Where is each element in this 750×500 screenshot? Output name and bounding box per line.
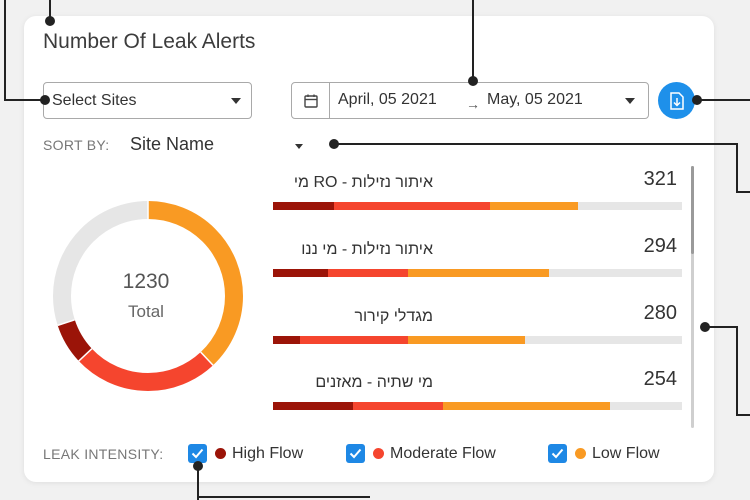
site-row[interactable]: איתור נזילות - RO מי 321 (273, 168, 682, 234)
bar-segment-moderate (299, 336, 408, 344)
bar-segment-low (407, 269, 550, 277)
site-bar (273, 336, 682, 344)
legend-low-label: Low Flow (592, 444, 660, 462)
callout-line (4, 0, 6, 101)
callout-line (736, 143, 738, 193)
donut-total-value: 1230 (122, 270, 170, 293)
low-flow-dot (575, 448, 586, 459)
check-icon (349, 448, 362, 459)
leak-intensity-label: LEAK INTENSITY: (43, 446, 164, 462)
site-count: 280 (643, 302, 677, 324)
select-sites-label: Select Sites (52, 91, 137, 109)
site-name: מגדלי קירור (354, 308, 433, 325)
site-bar (273, 269, 682, 277)
site-row[interactable]: איתור נזילות - מי ננו 294 (273, 235, 682, 301)
high-flow-dot (215, 448, 226, 459)
check-icon (551, 448, 564, 459)
site-count: 254 (643, 368, 677, 390)
callout-line (736, 191, 750, 193)
calendar-icon[interactable] (292, 83, 330, 118)
bar-segment-moderate (334, 202, 490, 210)
legend-high-label: High Flow (232, 444, 304, 462)
chevron-down-icon (231, 97, 241, 104)
date-range-picker[interactable]: April, 05 2021 → May, 05 2021 (291, 82, 649, 119)
card-title: Number Of Leak Alerts (43, 30, 256, 53)
bar-segment-moderate (352, 402, 443, 410)
checkbox-moderate-flow[interactable] (346, 444, 365, 463)
bar-segment-low (489, 202, 578, 210)
callout-dot (193, 461, 203, 471)
bar-segment-low (442, 402, 611, 410)
download-icon (669, 91, 684, 110)
chevron-down-icon[interactable] (295, 144, 303, 149)
date-start[interactable]: April, 05 2021 (338, 91, 437, 109)
donut-chart (53, 201, 243, 391)
sort-by-select[interactable]: Site Name (130, 134, 214, 155)
callout-dot (692, 95, 702, 105)
callout-dot (329, 139, 339, 149)
site-count: 294 (643, 235, 677, 257)
check-icon (191, 448, 204, 459)
bar-segment-moderate (328, 269, 408, 277)
callout-line (197, 466, 199, 500)
bar-segment-high (273, 402, 353, 410)
legend-low-flow[interactable]: Low Flow (548, 444, 660, 463)
callout-dot (700, 322, 710, 332)
site-name: איתור נזילות - RO מי (293, 174, 433, 191)
site-bar (273, 402, 682, 410)
legend-moderate-label: Moderate Flow (390, 444, 496, 462)
legend-high-flow[interactable]: High Flow (188, 444, 303, 463)
callout-line (736, 414, 750, 416)
arrow-right-icon: → (466, 96, 480, 112)
bar-segment-high (273, 269, 329, 277)
checkbox-low-flow[interactable] (548, 444, 567, 463)
site-row[interactable]: מי שתיה - מאזנים 254 (273, 368, 682, 426)
site-bar (273, 202, 682, 210)
callout-line (197, 496, 370, 498)
leak-alerts-card: Number Of Leak Alerts Select Sites April… (24, 16, 714, 482)
callout-dot (468, 76, 478, 86)
bar-segment-high (273, 336, 300, 344)
callout-dot (40, 95, 50, 105)
site-name: מי שתיה - מאזנים (315, 374, 433, 391)
legend-moderate-flow[interactable]: Moderate Flow (346, 444, 496, 463)
site-name: איתור נזילות - מי ננו (301, 241, 433, 258)
site-list[interactable]: איתור נזילות - RO מי 321 איתור נזילות - … (273, 168, 693, 426)
moderate-flow-dot (373, 448, 384, 459)
download-button[interactable] (658, 82, 695, 119)
sort-by-label: SORT BY: (43, 137, 110, 153)
chevron-down-icon (625, 98, 635, 104)
site-count: 321 (643, 168, 677, 190)
donut-total-label: Total (128, 302, 164, 321)
select-sites-dropdown[interactable]: Select Sites (43, 82, 252, 119)
scrollbar-thumb[interactable] (691, 166, 694, 254)
callout-line (697, 99, 750, 101)
bar-segment-high (273, 202, 335, 210)
callout-dot (45, 16, 55, 26)
date-end[interactable]: May, 05 2021 (487, 91, 583, 109)
bar-segment-low (407, 336, 525, 344)
callout-line (472, 0, 474, 81)
callout-line (334, 143, 737, 145)
site-row[interactable]: מגדלי קירור 280 (273, 302, 682, 368)
callout-line (736, 326, 738, 416)
